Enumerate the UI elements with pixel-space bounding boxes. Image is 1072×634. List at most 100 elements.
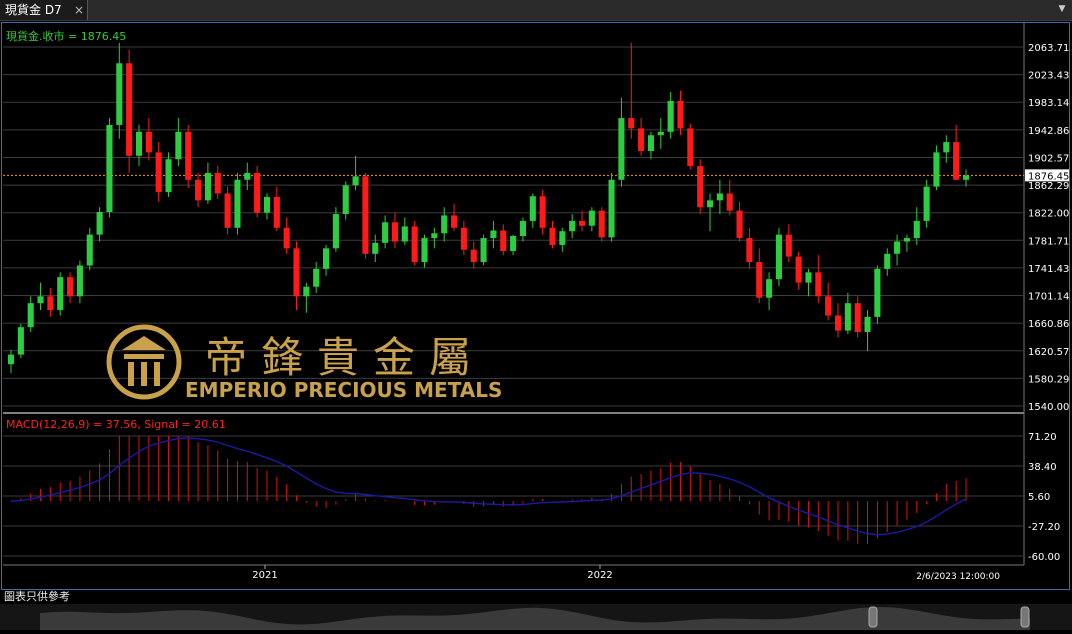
candle-body (598, 210, 605, 238)
candle-body (37, 296, 44, 304)
candle-body (726, 193, 733, 211)
candle-body (943, 142, 950, 153)
candle-body (628, 118, 635, 129)
candle-body (460, 227, 467, 250)
candle-body (874, 268, 881, 317)
candle-body (431, 233, 438, 239)
candle-body (913, 220, 920, 239)
candle-body (372, 242, 379, 254)
candle-body (27, 303, 34, 328)
candle-body (322, 248, 330, 269)
macd-tick-label: 5.60 (1028, 492, 1050, 503)
chart-canvas[interactable]: 帝鋒貴金屬EMPERIO PRECIOUS METALS 2063.71 2023… (0, 0, 1072, 604)
macd-tick-label: -27.20 (1028, 522, 1060, 533)
watermark-english: EMPERIO PRECIOUS METALS (185, 378, 502, 402)
price-tick-label: 1701.14 (1028, 292, 1069, 303)
macd-tick-label: 71.20 (1028, 432, 1057, 443)
candle-body (155, 152, 162, 193)
candle-body (756, 262, 763, 298)
x-last-label: 2/6/2023 12:00:00 (916, 572, 1000, 582)
time-scrollbar[interactable] (0, 604, 1072, 630)
x-tick-label: 2022 (587, 570, 612, 581)
candle-body (825, 296, 832, 316)
candle-body (362, 176, 369, 254)
price-tick-label: 1942.86 (1028, 126, 1069, 137)
grid-lines (3, 23, 1025, 566)
price-tick-label: 1822.00 (1028, 209, 1069, 220)
price-tick-label: 2023.43 (1028, 71, 1069, 82)
watermark: 帝鋒貴金屬EMPERIO PRECIOUS METALS (106, 324, 502, 402)
candle-body (903, 238, 910, 242)
candle-body (549, 227, 556, 245)
candle-body (578, 220, 586, 226)
candle-body (106, 124, 113, 213)
price-tick-label: 2063.71 (1028, 43, 1069, 54)
scroll-handle-left (868, 606, 878, 628)
price-tick-label: 1862.29 (1028, 181, 1069, 192)
candle-body (57, 277, 64, 311)
price-tick-label: 1620.57 (1028, 347, 1069, 358)
watermark-chinese: 帝鋒貴金屬 (205, 333, 485, 382)
candle-body (490, 230, 497, 239)
candle-body (519, 220, 527, 236)
x-tick-label: 2021 (252, 570, 277, 581)
candle-body (332, 214, 339, 249)
candle-body (352, 176, 359, 186)
price-tick-label: 1660.86 (1028, 319, 1069, 330)
candle-body (175, 131, 182, 160)
disclaimer: 圖表只供參考 (4, 590, 70, 603)
candle-body (96, 212, 103, 235)
price-legend: 現貨金.收市 = 1876.45 (6, 29, 126, 43)
candle-body (293, 248, 300, 297)
candle-body (145, 131, 152, 153)
candle-body (401, 226, 408, 242)
candle-body (195, 179, 202, 201)
candle-body (834, 315, 842, 331)
candle-body (647, 135, 655, 151)
candle-body (638, 128, 645, 151)
candle-body (135, 131, 143, 156)
candle-body (510, 235, 517, 252)
candle-body (785, 234, 792, 257)
candle-body (706, 200, 714, 208)
price-tick-label: 1580.29 (1028, 374, 1069, 385)
candle-body (7, 354, 15, 365)
signal-line (10, 437, 967, 536)
candle-body (126, 63, 133, 156)
logo-roof (122, 336, 166, 350)
candle-body (411, 226, 418, 263)
logo-bar (124, 354, 164, 359)
candle-body (450, 215, 458, 228)
candle-body (76, 265, 83, 297)
current-price-label: 1876.45 (1028, 171, 1069, 182)
scrollbar-navigator[interactable] (0, 604, 1072, 630)
candle-body (923, 186, 930, 221)
price-tick-label: 1540.00 (1028, 402, 1069, 413)
macd-tick-label: 38.40 (1028, 462, 1057, 473)
candle-body (608, 179, 615, 238)
candle-body (697, 166, 704, 208)
candle-body (736, 210, 743, 239)
candle-body (884, 253, 891, 269)
logo-pillar (154, 362, 160, 386)
candle-body (421, 238, 428, 263)
candle-body (116, 63, 123, 125)
candle-body (342, 185, 349, 215)
candle-body (17, 327, 24, 355)
candle-body (588, 210, 595, 226)
logo-pillar (141, 362, 147, 386)
candle-body (953, 142, 960, 180)
candle-body (303, 286, 310, 297)
candle-body (67, 277, 74, 297)
macd-legend: MACD(12,26,9) = 37.56, Signal = 20.61 (6, 418, 226, 431)
candle-body (894, 241, 901, 254)
candle-body (933, 152, 940, 187)
candle-body (864, 316, 871, 332)
scroll-handle-right (1020, 606, 1030, 628)
candle-body (480, 238, 487, 263)
price-tick-label: 1741.43 (1028, 264, 1069, 275)
candle-body (529, 196, 536, 221)
candle-body (204, 172, 211, 201)
candle-body (559, 231, 566, 245)
candle-body (273, 196, 280, 228)
